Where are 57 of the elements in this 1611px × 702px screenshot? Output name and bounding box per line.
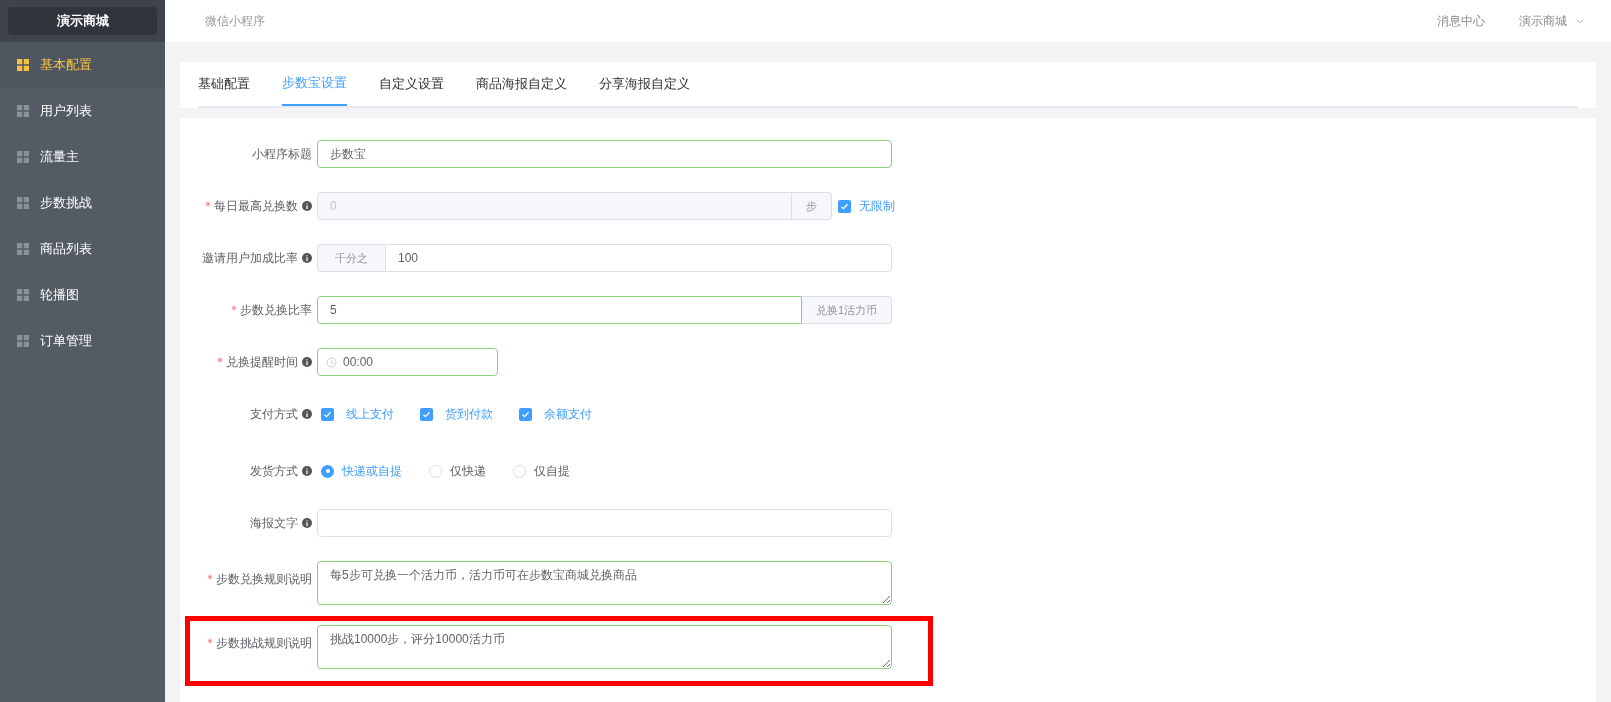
- grid-icon: [17, 197, 29, 209]
- field-label: 海报文字: [250, 515, 298, 532]
- checkbox-label: 线上支付: [346, 406, 394, 423]
- text-area[interactable]: 挑战10000步，评分10000活力币: [317, 625, 892, 669]
- checkbox[interactable]: [420, 407, 433, 421]
- checkbox[interactable]: [519, 407, 532, 421]
- field-label: 每日最高兑换数: [214, 198, 298, 215]
- radio-button[interactable]: [321, 464, 334, 478]
- sidebar-item[interactable]: 步数挑战: [0, 180, 165, 226]
- grid-icon: [17, 105, 29, 117]
- radio-button[interactable]: [429, 464, 442, 478]
- field-label: 支付方式: [250, 406, 298, 423]
- sidebar-item[interactable]: 流量主: [0, 134, 165, 180]
- checkbox-label: 货到付款: [445, 406, 493, 423]
- text-input[interactable]: [317, 509, 892, 537]
- sidebar-item[interactable]: 订单管理: [0, 318, 165, 364]
- checkbox-label: 余额支付: [544, 406, 592, 423]
- field-label: 邀请用户加成比率: [202, 250, 298, 267]
- tab[interactable]: 自定义设置: [379, 62, 444, 106]
- checkbox-label: 无限制: [859, 198, 895, 215]
- field-label: 步数兑换比率: [240, 302, 312, 319]
- text-area[interactable]: 每5步可兑换一个活力币，活力币可在步数宝商城兑换商品: [317, 561, 892, 605]
- text-input[interactable]: 步数宝: [317, 140, 892, 168]
- sidebar-item[interactable]: 基本配置: [0, 42, 165, 88]
- radio-button[interactable]: [513, 464, 526, 478]
- number-input[interactable]: 100: [385, 244, 892, 272]
- time-input[interactable]: 00:00: [317, 348, 498, 376]
- grid-icon: [17, 289, 29, 301]
- grid-icon: [17, 59, 29, 71]
- radio-label: 快递或自提: [342, 463, 402, 480]
- tab[interactable]: 分享海报自定义: [599, 62, 690, 106]
- tab[interactable]: 商品海报自定义: [476, 62, 567, 106]
- sidebar-item[interactable]: 用户列表: [0, 88, 165, 134]
- field-label: 步数兑换规则说明: [216, 571, 312, 588]
- chevron-down-icon: [1575, 16, 1585, 26]
- clock-icon: [326, 356, 337, 368]
- breadcrumb: 微信小程序: [205, 13, 265, 30]
- message-center-link[interactable]: 消息中心: [1437, 12, 1485, 30]
- radio-label: 仅自提: [534, 463, 570, 480]
- field-label: 步数挑战规则说明: [216, 635, 312, 652]
- number-input[interactable]: 5: [317, 296, 802, 324]
- unit-label: 步: [792, 192, 832, 220]
- sidebar-item[interactable]: 轮播图: [0, 272, 165, 318]
- sidebar-item[interactable]: 商品列表: [0, 226, 165, 272]
- unit-label: 千分之: [317, 244, 385, 272]
- user-menu[interactable]: 演示商城: [1519, 12, 1585, 30]
- field-label: 小程序标题: [252, 146, 312, 163]
- field-label: 兑换提醒时间: [226, 354, 298, 371]
- grid-icon: [17, 243, 29, 255]
- field-label: 发货方式: [250, 463, 298, 480]
- grid-icon: [17, 151, 29, 163]
- checkbox[interactable]: [321, 407, 334, 421]
- tab[interactable]: 基础配置: [198, 62, 250, 106]
- radio-label: 仅快递: [450, 463, 486, 480]
- grid-icon: [17, 335, 29, 347]
- unit-label: 兑换1活力币: [801, 296, 892, 324]
- brand-logo[interactable]: 演示商城: [8, 7, 157, 35]
